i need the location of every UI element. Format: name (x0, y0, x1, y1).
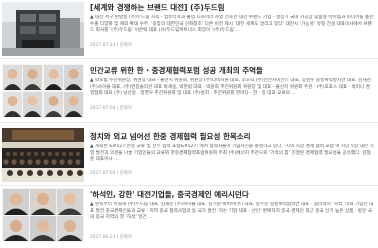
article-date: 2017-07-23 (90, 43, 116, 48)
article-meta: 2017-07-04 | 문화자 (90, 105, 132, 111)
article-item[interactable]: 민간교류 위한 한 · 중경제협력포럼 성공 개최의 주역들 ▲ 박호범 추진위… (0, 64, 378, 124)
meta-separator: | (116, 235, 119, 240)
article-section: 문화자 (119, 106, 132, 111)
article-thumbnail[interactable] (2, 64, 84, 118)
forum-hall-photo (2, 128, 84, 182)
article-title[interactable]: 민간교류 위한 한 · 중경제협력포럼 성공 개최의 주역들 (90, 66, 374, 75)
article-summary: ▲ 왼쪽부터 이칠해 (주)두드림 대표, 김재문 (주)사이클 대표, 김기원… (90, 202, 374, 221)
meta-separator: | (116, 106, 119, 111)
article-date: 2017-06-21 (90, 235, 116, 240)
portrait-collage (2, 64, 84, 118)
article-item[interactable]: '하석인, 강한' 대전기업들, 중국경제인 예리시던다 ▲ 왼쪽부터 이칠해 … (0, 188, 378, 248)
building-photo (2, 2, 84, 56)
article-thumbnail[interactable] (2, 188, 84, 242)
article-title[interactable]: 정치와 외교 넘어선 한중 경제협력 필요성 한목소리 (90, 132, 374, 141)
article-thumbnail[interactable] (2, 128, 84, 182)
article-list: [세계와 경쟁하는 브랜드 대전] (주)두드림 ▲ 대전 서구 탄방동 (주)… (0, 0, 378, 248)
divider (0, 122, 378, 123)
article-section: 문화자 (119, 235, 132, 240)
article-summary: ▲ 개최된 &#x27;한중 교류 및 선두 협력 포럼&#x27; 에서 참석… (90, 144, 374, 163)
article-title[interactable]: [세계와 경쟁하는 브랜드 대전] (주)두드림 (90, 3, 374, 12)
article-summary: ▲ 박호범 추진위원장, 위원장 대표 · 울산지 위원회, 위원장 (주)다비… (90, 78, 371, 97)
article-summary: ▲ 대전 서구 탄방동 (주)두드림 사옥 - 컴퓨터학과 졸업 디자이너 사업… (90, 15, 374, 34)
divider (0, 185, 378, 186)
article-date: 2017-07-04 (90, 106, 116, 111)
divider (0, 58, 378, 59)
article-section: 문화자 (119, 43, 132, 48)
meta-separator: | (116, 43, 119, 48)
portrait-collage (2, 188, 84, 242)
article-item[interactable]: [세계와 경쟁하는 브랜드 대전] (주)두드림 ▲ 대전 서구 탄방동 (주)… (0, 2, 378, 62)
article-meta: 2017-07-23 | 문화자 (90, 42, 132, 48)
article-meta: 2017-07-05 | 문화자 (90, 170, 132, 176)
article-title[interactable]: '하석인, 강한' 대전기업들, 중국경제인 예리시던다 (90, 190, 374, 199)
article-date: 2017-07-05 (90, 171, 116, 176)
meta-separator: | (116, 171, 119, 176)
article-section: 문화자 (119, 171, 132, 176)
article-thumbnail[interactable] (2, 2, 84, 56)
article-item[interactable]: 정치와 외교 넘어선 한중 경제협력 필요성 한목소리 ▲ 개최된 &#x27;… (0, 128, 378, 188)
article-meta: 2017-06-21 | 문화자 (90, 234, 132, 240)
